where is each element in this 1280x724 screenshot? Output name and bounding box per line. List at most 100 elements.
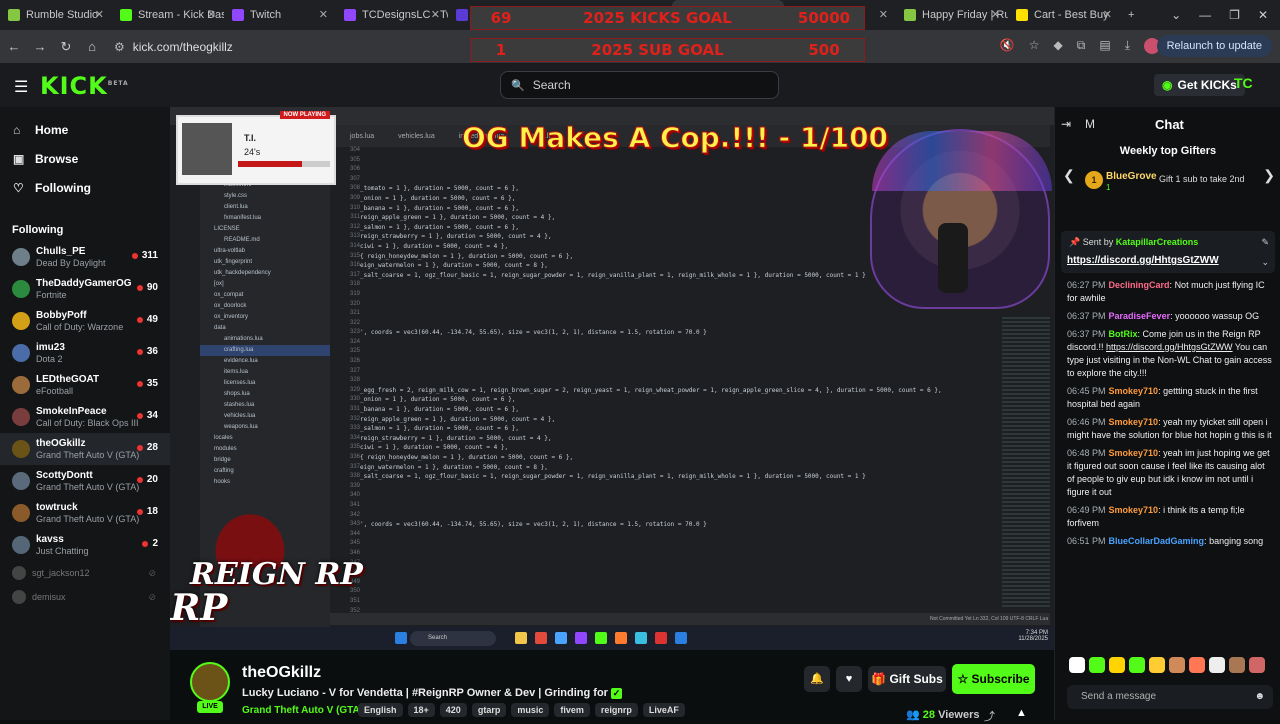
gift-subs-button[interactable]: 🎁 Gift Subs bbox=[868, 666, 946, 692]
emote-icon[interactable] bbox=[1149, 657, 1165, 673]
pinned-sender[interactable]: KatapillarCreations bbox=[1116, 237, 1199, 247]
browser-tab[interactable]: Happy Friday | Rumble✕ bbox=[896, 0, 1008, 30]
browser-tab[interactable]: Cart - Best Buy ✕ bbox=[1008, 0, 1120, 30]
emote-icon[interactable] bbox=[1089, 657, 1105, 673]
collapse-chat-icon[interactable]: ⇥ bbox=[1061, 117, 1071, 131]
subscribe-button[interactable]: ☆ Subscribe bbox=[952, 664, 1035, 694]
emote-icon[interactable] bbox=[1169, 657, 1185, 673]
followed-channel[interactable]: theOGkillz Grand Theft Auto V (GTA) 28 bbox=[0, 433, 170, 465]
browser-tab[interactable]: Twitch ✕ bbox=[224, 0, 336, 30]
top-gifter-name[interactable]: BlueGrove bbox=[1106, 171, 1157, 182]
site-info-icon[interactable]: ⚙ bbox=[114, 40, 125, 54]
url-field[interactable]: ⚙ kick.com/theogkillz bbox=[114, 40, 233, 54]
download-icon[interactable]: ⤓ bbox=[1125, 38, 1130, 54]
followed-channel[interactable]: kavss Just Chatting 2 bbox=[0, 529, 170, 561]
followed-channel[interactable]: LEDtheGOAT eFootball 35 bbox=[0, 369, 170, 401]
extension-icon[interactable]: ◆ bbox=[1054, 38, 1063, 54]
sidebar-item-following[interactable]: ♡ Following bbox=[0, 173, 170, 202]
message-username[interactable]: Smokey710 bbox=[1109, 417, 1159, 427]
message-username[interactable]: Smokey710 bbox=[1109, 505, 1159, 515]
message-username[interactable]: BotRix bbox=[1109, 329, 1138, 339]
close-tab-icon[interactable]: ✕ bbox=[991, 8, 1000, 21]
followed-channel[interactable]: ScottyDontt Grand Theft Auto V (GTA) 20 bbox=[0, 465, 170, 497]
followed-channel[interactable]: SmokeInPeace Call of Duty: Black Ops III 3… bbox=[0, 401, 170, 433]
chevron-right-icon[interactable]: ❯ bbox=[1263, 167, 1275, 184]
chat-mode-tab[interactable]: M bbox=[1085, 117, 1095, 131]
menu-icon[interactable]: ☰ bbox=[14, 77, 28, 97]
stream-tag[interactable]: 18+ bbox=[407, 703, 435, 717]
get-kicks-button[interactable]: ◉ Get KICKs bbox=[1154, 74, 1245, 96]
emote-icon[interactable] bbox=[1109, 657, 1125, 673]
search-input[interactable]: 🔍 Search bbox=[500, 71, 779, 99]
sidebar-item-browse[interactable]: ▣ Browse bbox=[0, 144, 170, 173]
offline-channel[interactable]: demisux ⊘ bbox=[0, 585, 170, 609]
reload-icon[interactable]: ↻ bbox=[54, 39, 78, 55]
emote-icon[interactable] bbox=[1129, 657, 1145, 673]
stream-category[interactable]: Grand Theft Auto V (GTA) bbox=[242, 705, 363, 716]
maximize-icon[interactable]: ❐ bbox=[1229, 8, 1240, 22]
browser-tab[interactable]: Stream - Kick Dashboard✕ bbox=[112, 0, 224, 30]
channel-name[interactable]: theOGkillz bbox=[242, 664, 321, 682]
browser-tab[interactable]: TCDesignsLC - Twitch✕ bbox=[336, 0, 448, 30]
chat-input[interactable]: Send a message ☻ bbox=[1067, 685, 1273, 709]
gift-sub-prompt[interactable]: Gift 1 sub to take 2nd bbox=[1159, 174, 1245, 184]
message-username[interactable]: ParadiseFever bbox=[1109, 311, 1171, 321]
emote-icon[interactable] bbox=[1189, 657, 1205, 673]
followed-channel[interactable]: imu23 Dota 2 36 bbox=[0, 337, 170, 369]
followed-channel[interactable]: BobbyPoff Call of Duty: Warzone 49 bbox=[0, 305, 170, 337]
message-username[interactable]: BlueCollarDadGaming bbox=[1109, 536, 1205, 546]
emoji-picker-icon[interactable]: ☻ bbox=[1254, 685, 1265, 709]
bell-icon[interactable]: 🔔 bbox=[804, 666, 830, 692]
chevron-left-icon[interactable]: ❮ bbox=[1063, 167, 1075, 184]
stream-tag[interactable]: gtarp bbox=[471, 703, 507, 717]
sidebar-item-home[interactable]: ⌂ Home bbox=[0, 115, 170, 144]
followed-channel[interactable]: Chulls_PE Dead By Daylight 311 bbox=[0, 241, 170, 273]
stream-tag[interactable]: LiveAF bbox=[642, 703, 685, 717]
tab-search-icon[interactable]: ⌄ bbox=[1171, 8, 1181, 22]
back-icon[interactable]: ← bbox=[2, 39, 26, 54]
followed-channel[interactable]: towtruck Grand Theft Auto V (GTA) 18 bbox=[0, 497, 170, 529]
kick-logo[interactable]: KICKBETA bbox=[40, 72, 129, 100]
share-icon[interactable]: ⤴ bbox=[984, 708, 995, 724]
video-player[interactable]: jobs.lua vehicles.lua ingredients.lua items… bbox=[170, 107, 1054, 650]
bookmark-star-icon[interactable]: ☆ bbox=[1029, 38, 1040, 54]
emote-icon[interactable] bbox=[1209, 657, 1225, 673]
close-window-icon[interactable]: ✕ bbox=[1258, 8, 1268, 22]
mute-icon[interactable]: 🔇 bbox=[1000, 38, 1015, 54]
browser-tab[interactable]: Rumble Studio ✕ bbox=[0, 0, 112, 30]
offline-channel[interactable]: sgt_jackson12 ⊘ bbox=[0, 561, 170, 585]
stream-tag[interactable]: 420 bbox=[439, 703, 467, 717]
close-tab-icon[interactable]: ✕ bbox=[319, 8, 328, 21]
home-page-icon[interactable]: ⌂ bbox=[80, 39, 104, 54]
message-username[interactable]: DecliningCard bbox=[1109, 280, 1170, 290]
puzzle-icon[interactable]: ⧉ bbox=[1077, 38, 1086, 54]
followed-channel[interactable]: TheDaddyGamerOG Fortnite 90 bbox=[0, 273, 170, 305]
stream-tag[interactable]: music bbox=[511, 703, 550, 717]
relaunch-button[interactable]: Relaunch to update bbox=[1156, 35, 1272, 57]
channel-avatar[interactable] bbox=[190, 662, 230, 702]
channel-name: Chulls_PE bbox=[36, 246, 86, 257]
follow-heart-icon[interactable]: ♥ bbox=[836, 666, 862, 692]
stream-tag[interactable]: English bbox=[358, 703, 403, 717]
close-tab-icon[interactable]: ✕ bbox=[207, 8, 216, 21]
pinned-link[interactable]: https://discord.gg/HhtgsGtZWW bbox=[1067, 255, 1219, 266]
message-link[interactable]: https://discord.gg/HhtgsGtZWW bbox=[1106, 342, 1233, 352]
sidepanel-icon[interactable]: ▤ bbox=[1099, 38, 1110, 54]
message-username[interactable]: Smokey710 bbox=[1109, 386, 1159, 396]
unpin-icon[interactable]: ✎ bbox=[1261, 237, 1269, 248]
close-tab-icon[interactable]: ✕ bbox=[95, 8, 104, 21]
emote-icon[interactable] bbox=[1229, 657, 1245, 673]
stream-tag[interactable]: fivem bbox=[554, 703, 590, 717]
forward-icon[interactable]: → bbox=[28, 39, 52, 54]
close-tab-icon[interactable]: ✕ bbox=[431, 8, 440, 21]
user-avatar[interactable]: TC bbox=[1234, 75, 1253, 91]
emote-icon[interactable] bbox=[1249, 657, 1265, 673]
close-tab-icon[interactable]: ✕ bbox=[879, 8, 888, 21]
emote-icon[interactable] bbox=[1069, 657, 1085, 673]
report-icon[interactable]: ▲ bbox=[1016, 707, 1027, 719]
minimize-icon[interactable]: — bbox=[1199, 8, 1211, 22]
stream-tag[interactable]: reignrp bbox=[594, 703, 638, 717]
close-tab-icon[interactable]: ✕ bbox=[1103, 8, 1112, 21]
chevron-down-icon[interactable]: ⌄ bbox=[1261, 257, 1269, 268]
message-username[interactable]: Smokey710 bbox=[1109, 448, 1159, 458]
